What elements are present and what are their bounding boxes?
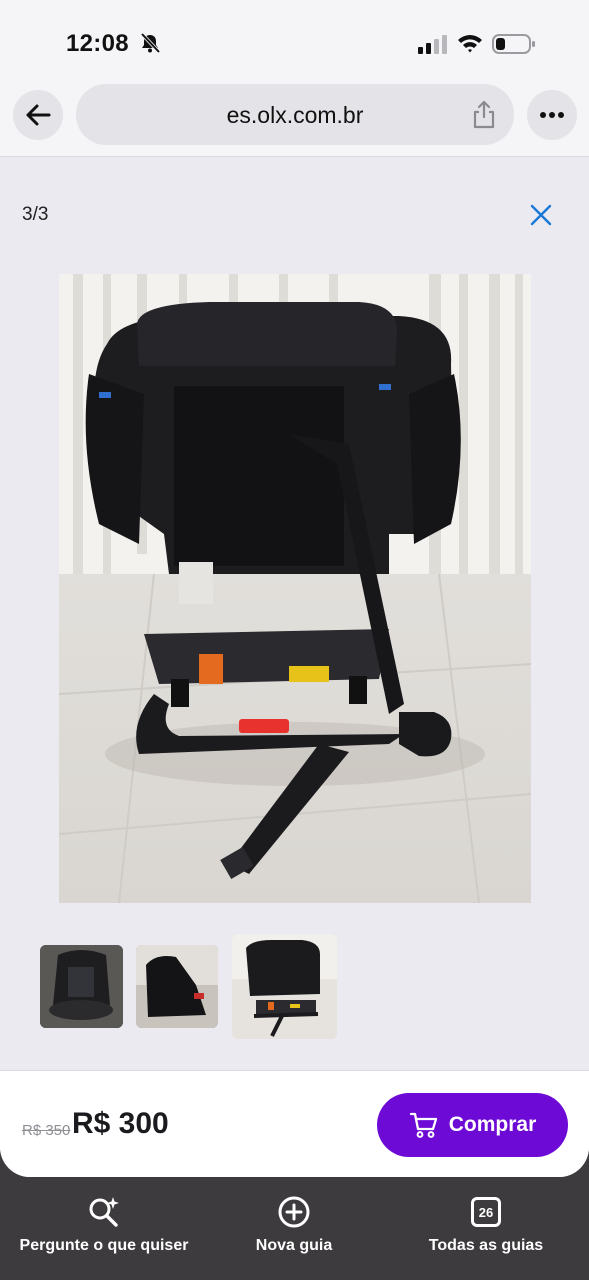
current-price: R$ 300 [72, 1107, 169, 1140]
car-seat-back-thumbnail [232, 934, 337, 1039]
ask-anything-button[interactable]: Pergunte o que quiser [14, 1195, 194, 1255]
browser-sheet: 12:08 es.olx.com.br 3/3 R$ 350 R$ 300 Co… [0, 0, 589, 1177]
photo-counter: 3/3 [22, 204, 49, 225]
ellipsis-icon [540, 112, 564, 118]
browser-address-bar: es.olx.com.br [0, 80, 589, 157]
browser-toolbar: Pergunte o que quiser Nova guia 26 Todas… [0, 1177, 589, 1280]
buy-button-label: Comprar [448, 1113, 537, 1136]
car-seat-front-thumbnail [40, 945, 123, 1028]
purchase-bar: R$ 350 R$ 300 Comprar [0, 1070, 589, 1177]
battery-icon [492, 34, 535, 54]
plus-circle-icon [278, 1196, 310, 1228]
shopping-cart-icon [409, 1112, 437, 1138]
status-time: 12:08 [66, 30, 129, 57]
thumbnail-3-selected[interactable] [232, 934, 337, 1039]
buy-button[interactable]: Comprar [377, 1093, 568, 1157]
car-seat-photo [59, 274, 531, 903]
photo-gallery: 3/3 [0, 158, 589, 1070]
new-tab-label: Nova guia [255, 1237, 333, 1254]
back-button[interactable] [13, 90, 63, 140]
ask-anything-label: Pergunte o que quiser [19, 1237, 189, 1254]
tabs-count-icon: 26 [471, 1197, 501, 1227]
arrow-left-icon [26, 104, 51, 126]
url-field[interactable]: es.olx.com.br [76, 84, 514, 145]
cellular-signal-icon [418, 35, 447, 54]
status-bar: 12:08 [0, 0, 589, 80]
share-icon[interactable] [471, 100, 497, 130]
bell-muted-icon [140, 32, 161, 54]
close-icon[interactable] [528, 202, 554, 228]
all-tabs-label: Todas as guias [428, 1237, 544, 1254]
url-text: es.olx.com.br [226, 102, 364, 128]
screen: 12:08 es.olx.com.br 3/3 R$ 350 R$ 300 Co… [0, 0, 589, 1280]
search-sparkle-icon [89, 1197, 119, 1227]
more-options-button[interactable] [527, 90, 577, 140]
tab-count: 26 [478, 1204, 494, 1220]
thumbnail-2[interactable] [136, 945, 218, 1028]
car-seat-side-thumbnail [136, 945, 218, 1028]
wifi-icon [458, 35, 482, 53]
main-photo[interactable] [59, 274, 531, 903]
all-tabs-button[interactable]: 26 Todas as guias [418, 1195, 554, 1255]
new-tab-button[interactable]: Nova guia [244, 1195, 344, 1255]
old-price: R$ 350 [22, 1122, 71, 1139]
thumbnail-1[interactable] [40, 945, 123, 1028]
